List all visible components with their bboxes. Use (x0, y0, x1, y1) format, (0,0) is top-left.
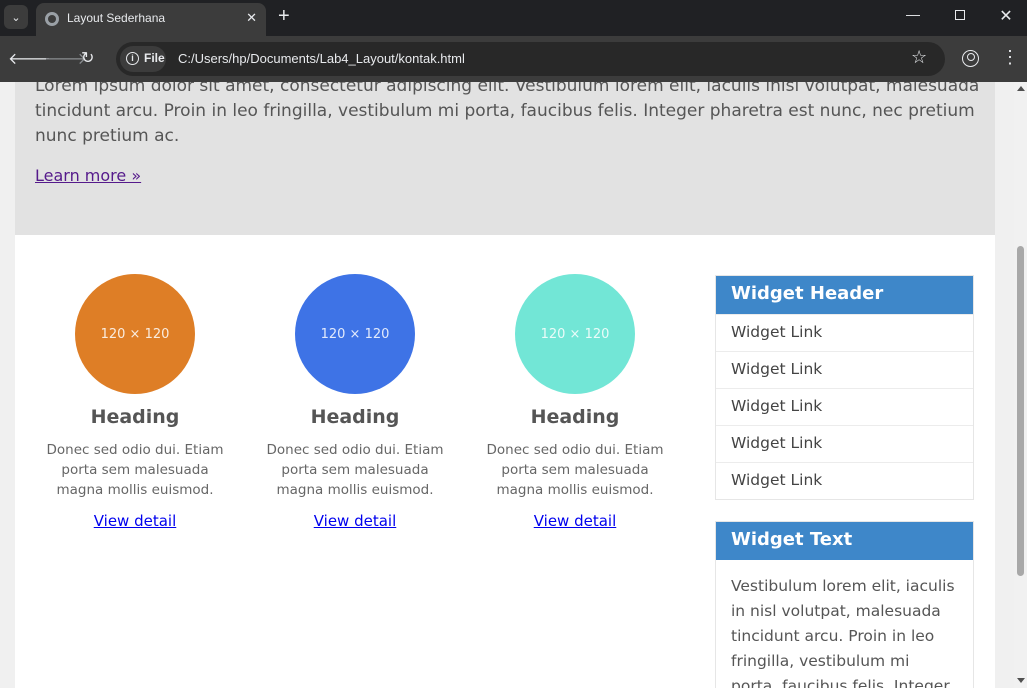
widget-link[interactable]: Widget Link (716, 425, 973, 462)
maximize-icon[interactable] (945, 6, 975, 28)
feature-image-placeholder: 120 × 120 (75, 274, 195, 394)
hero-text: Lorem ipsum dolor sit amet, consectetur … (35, 82, 980, 146)
widget-header: Widget Header (716, 276, 973, 314)
scheme-label: File (144, 51, 165, 65)
view-detail-link[interactable]: View detail (314, 512, 397, 530)
feature-card: 120 × 120 Heading Donec sed odio dui. Et… (475, 274, 675, 530)
minimize-icon[interactable]: — (898, 6, 928, 28)
tab-search-chevron-icon[interactable]: ⌄ (4, 5, 28, 29)
window-close-icon[interactable]: ✕ (991, 6, 1021, 28)
page-viewport: Lorem ipsum dolor sit amet, consectetur … (0, 82, 1014, 688)
browser-tab[interactable]: Layout Sederhana ✕ (36, 3, 266, 36)
feature-image-placeholder: 120 × 120 (295, 274, 415, 394)
feature-heading: Heading (90, 406, 180, 428)
widget-link[interactable]: Widget Link (716, 388, 973, 425)
widget-link[interactable]: Widget Link (716, 462, 973, 499)
site-info-chip[interactable]: i File (120, 46, 166, 72)
tab-close-icon[interactable]: ✕ (246, 10, 257, 26)
widget-text: Widget Text Vestibulum lorem elit, iacul… (715, 521, 974, 688)
view-detail-link[interactable]: View detail (534, 512, 617, 530)
profile-icon[interactable] (962, 50, 979, 67)
page-scrollbar[interactable] (1014, 82, 1027, 688)
feature-text: Donec sed odio dui. Etiam porta sem male… (486, 442, 664, 498)
bookmark-star-icon[interactable]: ☆ (911, 47, 927, 68)
widget-text-header: Widget Text (716, 522, 973, 560)
browser-tab-bar: ⌄ Layout Sederhana ✕ + — ✕ (0, 0, 1027, 36)
browser-toolbar: 🡐 🡒 ↻ i File C:/Users/hp/Documents/Lab4_… (0, 36, 1027, 82)
more-menu-icon[interactable]: ⋮ (1001, 47, 1019, 68)
feature-card: 120 × 120 Heading Donec sed odio dui. Et… (255, 274, 455, 530)
new-tab-plus-icon[interactable]: + (278, 5, 290, 28)
tab-title: Layout Sederhana (67, 11, 166, 25)
scroll-down-arrow-icon[interactable] (1017, 678, 1025, 683)
feature-image-placeholder: 120 × 120 (515, 274, 635, 394)
widget-link[interactable]: Widget Link (716, 351, 973, 388)
scrollbar-thumb[interactable] (1017, 246, 1024, 576)
widget-text-body: Vestibulum lorem elit, iaculis in nisl v… (731, 577, 955, 688)
reload-icon[interactable]: ↻ (81, 48, 94, 68)
feature-heading: Heading (310, 406, 400, 428)
feature-card: 120 × 120 Heading Donec sed odio dui. Et… (35, 274, 235, 530)
info-icon: i (126, 52, 139, 65)
hero-section: Lorem ipsum dolor sit amet, consectetur … (15, 82, 995, 235)
feature-text: Donec sed odio dui. Etiam porta sem male… (266, 442, 444, 498)
widget-link[interactable]: Widget Link (716, 314, 973, 351)
feature-text: Donec sed odio dui. Etiam porta sem male… (46, 442, 224, 498)
widget-links: Widget Header Widget Link Widget Link Wi… (715, 275, 974, 500)
learn-more-link[interactable]: Learn more » (35, 166, 141, 185)
view-detail-link[interactable]: View detail (94, 512, 177, 530)
globe-icon (45, 12, 59, 26)
feature-heading: Heading (530, 406, 620, 428)
main-content: 120 × 120 Heading Donec sed odio dui. Et… (15, 235, 995, 688)
url-text[interactable]: C:/Users/hp/Documents/Lab4_Layout/kontak… (178, 51, 465, 66)
scroll-up-arrow-icon[interactable] (1017, 86, 1025, 91)
address-bar[interactable]: i File C:/Users/hp/Documents/Lab4_Layout… (116, 42, 945, 76)
